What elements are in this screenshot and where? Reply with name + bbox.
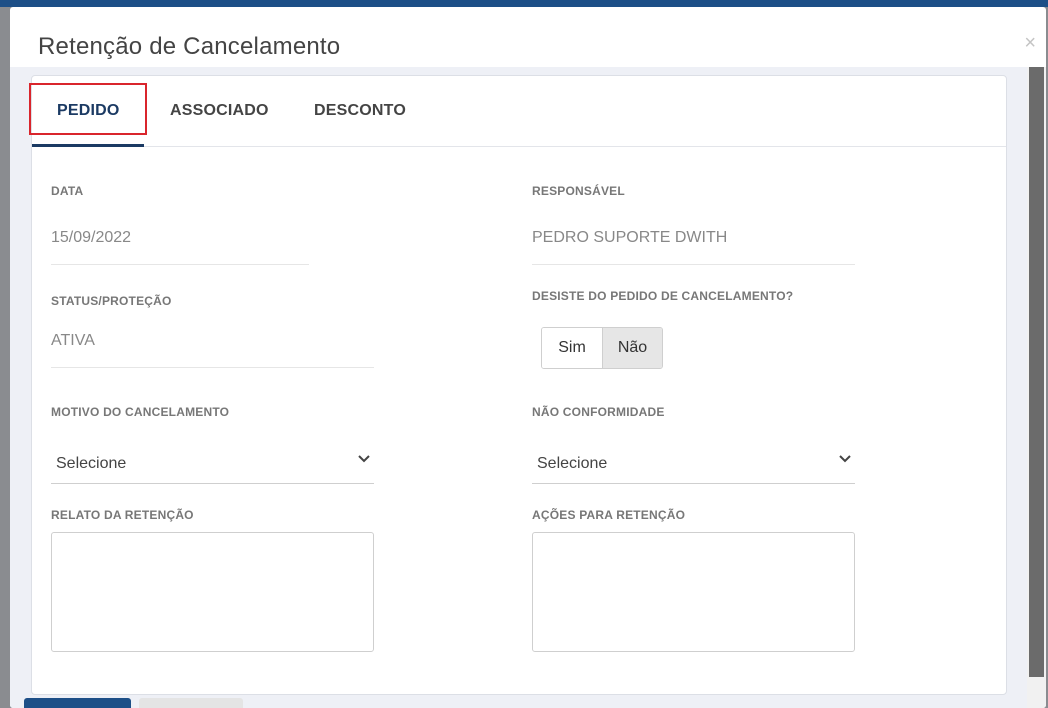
- nao-conformidade-select-value: Selecione: [537, 455, 608, 472]
- modal-header: Retenção de Cancelamento ×: [10, 7, 1046, 67]
- sim-button[interactable]: Sim: [542, 328, 602, 368]
- relato-textarea[interactable]: [51, 532, 374, 652]
- motivo-label: MOTIVO DO CANCELAMENTO: [51, 405, 230, 419]
- data-divider: [51, 264, 309, 265]
- acoes-textarea[interactable]: [532, 532, 855, 652]
- motivo-select-value: Selecione: [56, 455, 127, 472]
- footer-primary-button[interactable]: [24, 698, 131, 708]
- status-divider: [51, 367, 374, 368]
- modal-title: Retenção de Cancelamento: [38, 33, 341, 60]
- status-value: ATIVA: [51, 332, 95, 349]
- modal-body: PEDIDO ASSOCIADO DESCONTO DATA 15/09/202…: [10, 67, 1027, 708]
- tab-pedido[interactable]: PEDIDO: [57, 102, 120, 120]
- retention-modal: Retenção de Cancelamento × PEDIDO ASSOCI…: [10, 7, 1046, 708]
- desiste-toggle: Sim Não: [541, 327, 663, 369]
- data-value: 15/09/2022: [51, 229, 132, 246]
- tab-associado[interactable]: ASSOCIADO: [170, 102, 269, 120]
- scrollbar[interactable]: [1027, 67, 1046, 708]
- responsavel-divider: [532, 264, 855, 265]
- chevron-down-icon: [839, 455, 851, 463]
- motivo-select[interactable]: Selecione: [51, 442, 374, 484]
- scrollbar-thumb[interactable]: [1029, 67, 1044, 677]
- responsavel-value: PEDRO SUPORTE DWITH: [532, 229, 728, 246]
- relato-label: RELATO DA RETENÇÃO: [51, 508, 194, 522]
- form-card: PEDIDO ASSOCIADO DESCONTO DATA 15/09/202…: [29, 75, 1007, 695]
- footer-secondary-button[interactable]: [139, 698, 243, 708]
- status-label: STATUS/PROTEÇÃO: [51, 294, 172, 308]
- tab-bar: PEDIDO ASSOCIADO DESCONTO: [29, 76, 1006, 147]
- acoes-label: AÇÕES PARA RETENÇÃO: [532, 508, 686, 522]
- active-tab-underline: [32, 144, 144, 147]
- close-icon[interactable]: ×: [1024, 33, 1036, 53]
- nao-conformidade-select[interactable]: Selecione: [532, 442, 855, 484]
- chevron-down-icon: [358, 455, 370, 463]
- nao-button[interactable]: Não: [602, 328, 662, 368]
- responsavel-label: RESPONSÁVEL: [532, 184, 625, 198]
- desiste-label: DESISTE DO PEDIDO DE CANCELAMENTO?: [532, 289, 794, 303]
- nao-conformidade-label: NÃO CONFORMIDADE: [532, 405, 665, 419]
- data-label: DATA: [51, 184, 84, 198]
- app-top-bar: [0, 0, 1048, 7]
- tab-desconto[interactable]: DESCONTO: [314, 102, 406, 120]
